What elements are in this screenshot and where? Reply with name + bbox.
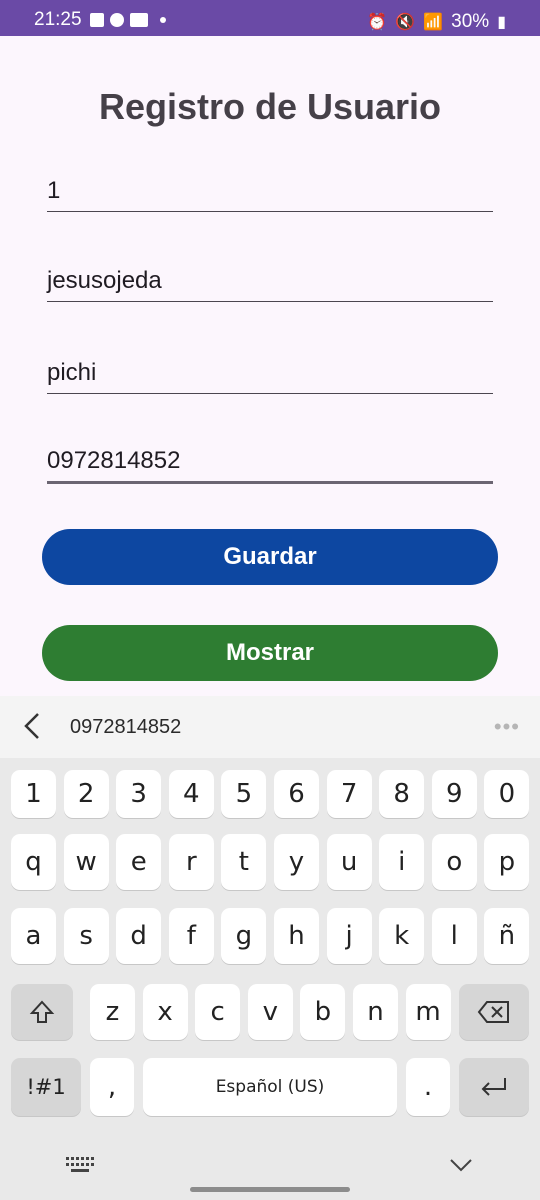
key-w[interactable]: w [63,834,109,890]
key-j[interactable]: j [326,908,372,964]
keyboard-suggestion-bar: 0972814852 ••• [0,696,540,758]
key-y[interactable]: y [274,834,319,890]
system-icons: ⏰ 🔇 📶 30% ▮ [367,11,506,33]
key-v[interactable]: v [247,984,293,1040]
gallery-icon [90,13,104,27]
messenger-icon [110,13,124,27]
key-f[interactable]: f [168,908,214,964]
key-0[interactable]: 0 [484,770,530,818]
back-chevron-icon[interactable] [20,710,44,742]
key-g[interactable]: g [221,908,267,964]
enter-icon [481,1078,506,1096]
key-s[interactable]: s [63,908,109,964]
key-l[interactable]: l [431,908,477,964]
key-6[interactable]: 6 [274,770,319,818]
wifi-icon: 📶 [423,14,444,31]
more-notifications-icon [160,17,166,23]
key-q[interactable]: q [11,834,56,890]
home-indicator[interactable] [190,1187,350,1192]
key-d[interactable]: d [116,908,162,964]
status-bar: 21:25 ⏰ 🔇 📶 30% ▮ [0,0,540,36]
save-button[interactable]: Guardar [42,529,498,585]
name-field[interactable]: pichi [47,350,493,394]
key-7[interactable]: 7 [326,770,372,818]
shift-icon [29,1000,55,1023]
period-key[interactable]: . [406,1058,450,1116]
key-e[interactable]: e [116,834,162,890]
key-m[interactable]: m [405,984,451,1040]
key-c[interactable]: c [195,984,241,1040]
page-title: Registro de Usuario [98,86,442,127]
keyboard-grid-icon[interactable] [66,1157,94,1173]
name-field-value: pichi [47,359,97,386]
id-field[interactable]: 1 [47,168,493,212]
key-i[interactable]: i [379,834,425,890]
battery-percentage: 30% [451,11,490,32]
username-field[interactable]: jesusojeda [47,258,493,302]
show-button[interactable]: Mostrar [42,625,498,681]
key-2[interactable]: 2 [63,770,109,818]
alarm-icon: ⏰ [367,14,388,31]
key-z[interactable]: z [90,984,135,1040]
notification-icons [90,13,166,27]
status-time: 21:25 [34,9,82,30]
phone-field-value: 0972814852 [47,447,181,474]
key-3[interactable]: 3 [116,770,162,818]
phone-field[interactable]: 0972814852 [47,440,493,484]
key-b[interactable]: b [300,984,346,1040]
hide-keyboard-icon[interactable] [450,1158,472,1172]
shift-key[interactable] [11,984,73,1040]
key-o[interactable]: o [431,834,477,890]
username-field-value: jesusojeda [47,267,162,294]
key-ñ[interactable]: ñ [484,908,530,964]
key-k[interactable]: k [379,908,425,964]
key-p[interactable]: p [484,834,530,890]
key-9[interactable]: 9 [431,770,477,818]
youtube-icon [130,13,148,27]
key-t[interactable]: t [221,834,267,890]
keyboard: 1234567890 qwertyuiop asdfghjklñ zxcvbnm… [0,758,540,1200]
key-x[interactable]: x [142,984,188,1040]
backspace-icon [477,1001,509,1023]
key-8[interactable]: 8 [379,770,425,818]
key-u[interactable]: u [326,834,372,890]
key-a[interactable]: a [11,908,56,964]
key-5[interactable]: 5 [221,770,267,818]
key-r[interactable]: r [168,834,214,890]
key-1[interactable]: 1 [11,770,56,818]
key-n[interactable]: n [353,984,398,1040]
space-key[interactable]: Español (US) [143,1058,397,1116]
id-field-value: 1 [47,177,61,204]
key-h[interactable]: h [274,908,319,964]
battery-icon: ▮ [497,14,506,31]
more-dots-icon[interactable]: ••• [494,714,520,740]
comma-key[interactable]: , [90,1058,134,1116]
key-4[interactable]: 4 [168,770,214,818]
symbols-key[interactable]: !#1 [11,1058,81,1116]
backspace-key[interactable] [459,984,529,1040]
keyboard-suggestion[interactable]: 0972814852 [70,716,181,739]
mute-icon: 🔇 [395,14,416,31]
enter-key[interactable] [459,1058,529,1116]
